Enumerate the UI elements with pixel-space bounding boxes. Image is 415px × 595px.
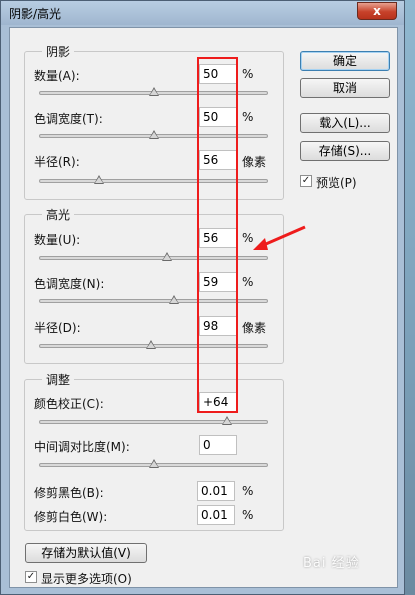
adjustments-legend: 调整 [42,371,75,388]
shadows-amount-label: 数量(A): [34,69,80,83]
color-correction-slider-thumb[interactable] [221,416,232,425]
shadows-amount-slider-thumb[interactable] [148,87,159,96]
color-correction-label: 颜色校正(C): [34,397,104,411]
cancel-button[interactable]: 取消 [300,78,390,98]
shadows-tonal-width-unit: % [242,110,254,124]
check-icon: ✓ [301,175,311,186]
title-bar[interactable]: 阴影/高光 x [1,1,404,25]
dialog-window: 阴影/高光 x 阴影 数量(A): 50 % 色调宽度(T): 50 % 半径(… [0,0,405,595]
background-right-strip [405,0,415,595]
window-title: 阴影/高光 [9,7,62,21]
preview-checkbox[interactable]: ✓ [300,175,312,187]
midtone-contrast-slider-thumb[interactable] [148,459,159,468]
color-correction-slider-track[interactable] [39,420,268,424]
midtone-contrast-input[interactable]: 0 [199,435,237,455]
shadows-radius-label: 半径(R): [34,155,80,169]
show-more-options-label: 显示更多选项(O) [41,572,132,586]
highlights-legend: 高光 [42,206,75,223]
annotation-arrow-icon [253,225,306,250]
watermark-text: Bai 经验 [303,556,360,571]
highlights-tonal-width-slider-thumb[interactable] [169,295,180,304]
save-button[interactable]: 存储(S)... [300,141,390,161]
black-clip-input[interactable]: 0.01 [197,481,235,501]
save-as-default-button[interactable]: 存储为默认值(V) [25,543,147,563]
highlights-radius-slider-thumb[interactable] [146,340,157,349]
preview-label: 预览(P) [316,176,357,190]
shadows-amount-unit: % [242,67,254,81]
midtone-contrast-label: 中间调对比度(M): [34,440,130,454]
shadows-tonal-width-slider-thumb[interactable] [148,130,159,139]
show-more-options-checkbox[interactable]: ✓ [25,571,37,583]
close-button[interactable]: x [357,2,397,20]
highlights-tonal-width-unit: % [242,275,254,289]
white-clip-input[interactable]: 0.01 [197,505,235,525]
ok-button[interactable]: 确定 [300,51,390,71]
annotation-highlight-box [197,57,238,413]
white-clip-label: 修剪白色(W): [34,510,108,524]
shadows-radius-slider-thumb[interactable] [93,175,104,184]
shadows-radius-unit: 像素 [242,155,267,169]
highlights-amount-slider-thumb[interactable] [162,252,173,261]
shadows-legend: 阴影 [42,43,75,60]
shadows-tonal-width-label: 色调宽度(T): [34,112,103,126]
highlights-amount-label: 数量(U): [34,233,81,247]
black-clip-unit: % [242,484,254,498]
load-button[interactable]: 载入(L)... [300,113,390,133]
white-clip-unit: % [242,508,254,522]
highlights-radius-label: 半径(D): [34,321,81,335]
close-icon: x [373,4,381,18]
check-icon: ✓ [26,571,36,582]
highlights-tonal-width-label: 色调宽度(N): [34,277,105,291]
highlights-radius-unit: 像素 [242,321,267,335]
black-clip-label: 修剪黑色(B): [34,486,104,500]
